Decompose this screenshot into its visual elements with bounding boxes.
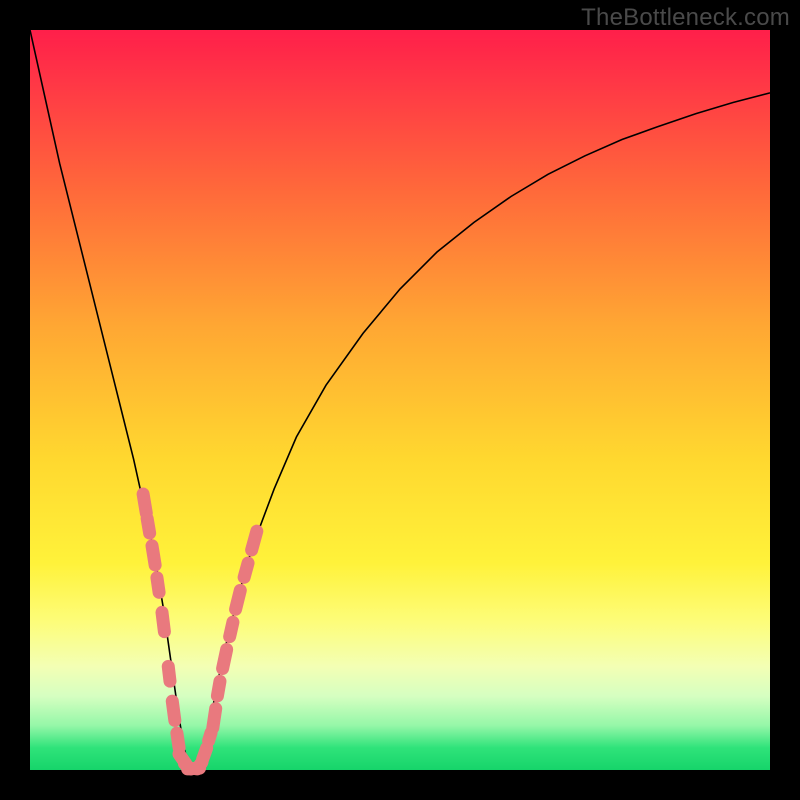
- data-marker: [155, 605, 172, 639]
- plot-area: [30, 30, 770, 770]
- data-marker: [165, 694, 182, 728]
- bottleneck-curve: [30, 30, 770, 770]
- marker-group: [136, 487, 265, 779]
- bottleneck-curve-svg: [30, 30, 770, 770]
- data-marker: [161, 659, 177, 688]
- data-marker: [210, 674, 228, 704]
- data-marker: [228, 582, 248, 617]
- watermark-text: TheBottleneck.com: [581, 4, 790, 32]
- chart-frame: TheBottleneck.com: [0, 0, 800, 800]
- data-marker: [145, 538, 163, 572]
- data-marker: [236, 555, 256, 585]
- data-marker: [140, 511, 158, 541]
- data-marker: [215, 642, 234, 676]
- data-marker: [150, 570, 167, 599]
- data-marker: [222, 614, 241, 644]
- data-marker: [244, 523, 265, 558]
